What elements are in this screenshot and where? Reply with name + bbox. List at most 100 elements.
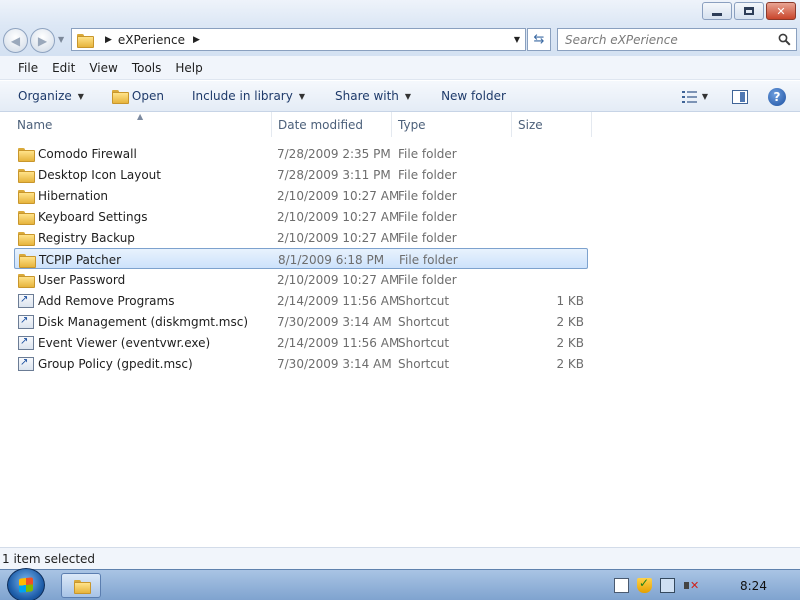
file-date-modified: 2/14/2009 11:56 AM bbox=[277, 293, 400, 308]
file-row[interactable]: User Password 2/10/2009 10:27 AM File fold… bbox=[14, 269, 588, 290]
menu-edit[interactable]: Edit bbox=[52, 61, 75, 75]
file-name-cell[interactable]: User Password bbox=[18, 269, 125, 290]
volume-muted-icon[interactable] bbox=[683, 578, 699, 593]
menu-tools[interactable]: Tools bbox=[132, 61, 162, 75]
file-name-cell[interactable]: TCPIP Patcher bbox=[19, 249, 121, 270]
file-name: Desktop Icon Layout bbox=[38, 167, 161, 182]
include-in-library-label: Include in library bbox=[191, 89, 293, 103]
column-header-name[interactable]: Name bbox=[11, 112, 272, 137]
share-with-button[interactable]: Share with ▼ bbox=[335, 84, 411, 108]
file-name-cell[interactable]: Comodo Firewall bbox=[18, 143, 137, 164]
file-row[interactable]: Add Remove Programs 2/14/2009 11:56 AMSho… bbox=[14, 290, 588, 311]
file-type: Shortcut bbox=[398, 293, 450, 308]
address-history-dropdown[interactable]: ▼ bbox=[514, 35, 520, 44]
taskbar-explorer-button[interactable] bbox=[61, 573, 101, 598]
search-icon[interactable] bbox=[778, 33, 791, 46]
refresh-button[interactable]: ⇆ bbox=[527, 28, 551, 51]
file-name-cell[interactable]: Desktop Icon Layout bbox=[18, 164, 161, 185]
file-row[interactable]: Group Policy (gpedit.msc) 7/30/2009 3:14 … bbox=[14, 353, 588, 374]
file-row[interactable]: Keyboard Settings 2/10/2009 10:27 AM File … bbox=[14, 206, 588, 227]
file-name-cell[interactable]: Registry Backup bbox=[18, 227, 135, 248]
start-button[interactable] bbox=[7, 568, 45, 600]
file-date-modified: 8/1/2009 6:18 PM bbox=[278, 252, 385, 267]
menu-view[interactable]: View bbox=[89, 61, 117, 75]
open-folder-icon bbox=[111, 89, 129, 104]
file-name: Event Viewer (eventvwr.exe) bbox=[38, 335, 211, 350]
column-header-date-modified[interactable]: Date modified bbox=[272, 112, 392, 137]
command-bar: Organize ▼ Open Include in library ▼ Sha… bbox=[0, 81, 800, 112]
file-row[interactable]: Desktop Icon Layout 7/28/2009 3:11 PM File… bbox=[14, 164, 588, 185]
file-type: File folder bbox=[398, 146, 457, 161]
new-folder-button[interactable]: New folder bbox=[441, 84, 506, 108]
file-row-selected[interactable]: TCPIP Patcher 8/1/2009 6:18 PM File folder bbox=[14, 248, 588, 269]
help-icon[interactable]: ? bbox=[768, 87, 786, 106]
back-button[interactable]: ◀ bbox=[3, 28, 28, 53]
taskbar-clock[interactable]: 8:24 bbox=[740, 570, 767, 600]
folder-icon bbox=[18, 210, 35, 225]
shortcut-icon bbox=[18, 356, 34, 371]
breadcrumb-separator-icon[interactable]: ▶ bbox=[193, 35, 200, 45]
explorer-icon bbox=[74, 579, 91, 594]
file-row[interactable]: Hibernation 2/10/2009 10:27 AM File folder bbox=[14, 185, 588, 206]
file-date-modified: 2/14/2009 11:56 AM bbox=[277, 335, 400, 350]
file-name-cell[interactable]: Group Policy (gpedit.msc) bbox=[18, 353, 193, 374]
file-row[interactable]: Disk Management (diskmgmt.msc) 7/30/2009 … bbox=[14, 311, 588, 332]
open-button[interactable]: Open bbox=[111, 84, 164, 108]
window-controls: ✕ bbox=[702, 2, 796, 20]
close-button[interactable]: ✕ bbox=[766, 2, 796, 20]
file-name: Registry Backup bbox=[38, 230, 135, 245]
column-header-size[interactable]: Size bbox=[512, 112, 592, 137]
file-size bbox=[514, 206, 584, 227]
taskbar: 8:24 bbox=[0, 568, 800, 600]
file-row[interactable]: Registry Backup 2/10/2009 10:27 AM File fo… bbox=[14, 227, 588, 248]
change-view-icon[interactable] bbox=[681, 90, 698, 103]
file-row[interactable]: Comodo Firewall 7/28/2009 2:35 PM File fol… bbox=[14, 143, 588, 164]
new-folder-label: New folder bbox=[441, 89, 506, 103]
organize-button[interactable]: Organize ▼ bbox=[18, 84, 84, 108]
shortcut-icon bbox=[18, 293, 34, 308]
refresh-icon: ⇆ bbox=[533, 32, 545, 47]
maximize-button[interactable] bbox=[734, 2, 764, 20]
file-name: Hibernation bbox=[38, 188, 109, 203]
file-name: User Password bbox=[38, 272, 126, 287]
shortcut-icon bbox=[18, 335, 34, 350]
file-type: Shortcut bbox=[398, 335, 450, 350]
file-date-modified: 7/28/2009 2:35 PM bbox=[277, 146, 391, 161]
include-in-library-button[interactable]: Include in library ▼ bbox=[192, 84, 305, 108]
open-label: Open bbox=[131, 89, 164, 103]
preview-pane-icon[interactable] bbox=[732, 89, 748, 104]
file-type: File folder bbox=[399, 252, 458, 267]
security-shield-icon[interactable] bbox=[637, 576, 652, 593]
folder-icon bbox=[18, 168, 35, 183]
file-name-cell[interactable]: Keyboard Settings bbox=[18, 206, 147, 227]
file-name-cell[interactable]: Disk Management (diskmgmt.msc) bbox=[18, 311, 248, 332]
breadcrumb-separator-icon[interactable]: ▶ bbox=[105, 35, 112, 45]
menu-file[interactable]: File bbox=[18, 61, 38, 75]
folder-icon bbox=[18, 189, 35, 204]
shortcut-icon bbox=[18, 314, 34, 329]
minimize-button[interactable] bbox=[702, 2, 732, 20]
view-options-dropdown[interactable]: ▼ bbox=[702, 92, 708, 101]
breadcrumb-current[interactable]: eXPerience bbox=[118, 33, 185, 47]
search-box[interactable] bbox=[557, 28, 797, 51]
forward-button[interactable]: ▶ bbox=[30, 28, 55, 53]
network-icon[interactable] bbox=[660, 578, 675, 593]
minimize-icon bbox=[712, 12, 722, 16]
window-titlebar: ✕ bbox=[0, 0, 800, 26]
file-row[interactable]: Event Viewer (eventvwr.exe) 2/14/2009 11:… bbox=[14, 332, 588, 353]
file-name-cell[interactable]: Hibernation bbox=[18, 185, 108, 206]
address-bar[interactable]: ▶ eXPerience ▶ ▼ bbox=[71, 28, 526, 51]
file-date-modified: 7/30/2009 3:14 AM bbox=[277, 314, 392, 329]
file-size bbox=[514, 143, 584, 164]
file-type: File folder bbox=[398, 209, 457, 224]
folder-icon bbox=[19, 253, 36, 268]
file-name-cell[interactable]: Event Viewer (eventvwr.exe) bbox=[18, 332, 210, 353]
document-tray-icon[interactable] bbox=[614, 578, 629, 593]
file-name-cell[interactable]: Add Remove Programs bbox=[18, 290, 174, 311]
column-header-type[interactable]: Type bbox=[392, 112, 512, 137]
search-input[interactable] bbox=[558, 29, 768, 50]
menu-help[interactable]: Help bbox=[175, 61, 202, 75]
recent-pages-dropdown[interactable]: ▼ bbox=[58, 35, 64, 44]
file-size: 2 KB bbox=[556, 314, 584, 329]
file-size bbox=[514, 269, 584, 290]
